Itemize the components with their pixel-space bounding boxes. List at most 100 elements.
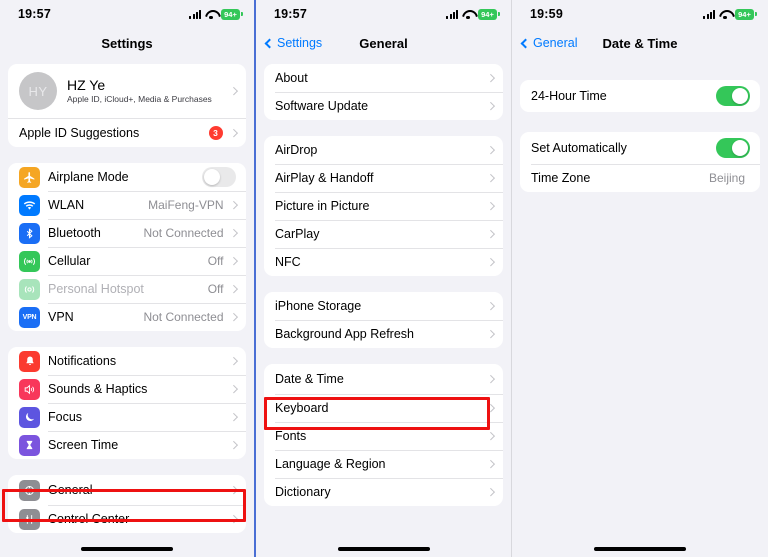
list-item-24-hour-time[interactable]: 24-Hour Time: [520, 80, 760, 112]
account-group: HY HZ Ye Apple ID, iCloud+, Media & Purc…: [8, 64, 246, 147]
row-label: AirDrop: [275, 143, 318, 157]
row-label: General: [48, 483, 93, 497]
row-label: Screen Time: [48, 438, 119, 452]
list-item-nfc[interactable]: NFC: [264, 248, 503, 276]
back-button[interactable]: Settings: [264, 36, 323, 50]
row-label: Bluetooth: [48, 226, 101, 240]
sidebar-item-screen-time[interactable]: Screen Time: [8, 431, 246, 459]
status-indicators: 94+: [446, 8, 500, 20]
row-value: MaiFeng-VPN: [148, 198, 224, 212]
row-label: Cellular: [48, 254, 91, 268]
row-label: iPhone Storage: [275, 299, 362, 313]
list-item-airdrop[interactable]: AirDrop: [264, 136, 503, 164]
row-label: CarPlay: [275, 227, 320, 241]
storage-group: iPhone Storage Background App Refresh: [264, 292, 503, 348]
chevron-right-icon: [486, 174, 495, 182]
status-badge: 3: [208, 126, 223, 140]
chevron-right-icon: [229, 201, 238, 209]
list-item-software-update[interactable]: Software Update: [264, 92, 503, 120]
chevron-right-icon: [486, 375, 495, 383]
home-indicator: [594, 547, 686, 551]
list-item-background-app-refresh[interactable]: Background App Refresh: [264, 320, 503, 348]
sidebar-item-focus[interactable]: Focus: [8, 403, 246, 431]
page-title: Settings: [101, 35, 153, 51]
row-label: Dictionary: [275, 485, 331, 499]
chevron-right-icon: [486, 404, 495, 412]
chevron-right-icon: [229, 486, 238, 494]
nav-bar: Settings General: [256, 28, 511, 58]
apple-id-suggestions-row[interactable]: Apple ID Suggestions 3: [8, 118, 246, 147]
chevron-right-icon: [229, 87, 238, 95]
chevron-right-icon: [229, 257, 238, 265]
wifi-icon: [462, 10, 474, 20]
sidebar-item-personal-hotspot[interactable]: Personal Hotspot Off: [8, 275, 246, 303]
airplane-icon: [19, 166, 40, 188]
chevron-right-icon: [486, 432, 495, 440]
list-item-about[interactable]: About: [264, 64, 503, 92]
screen-date-time: 19:59 94+ General Date & Time 24-Hour Ti…: [512, 0, 768, 557]
sidebar-item-wlan[interactable]: WLAN MaiFeng-VPN: [8, 191, 246, 219]
row-label: AirPlay & Handoff: [275, 171, 374, 185]
notifications-group: Notifications Sounds & Haptics Focus Scr…: [8, 347, 246, 459]
sidebar-item-sounds-haptics[interactable]: Sounds & Haptics: [8, 375, 246, 403]
set-automatically-toggle[interactable]: [716, 138, 750, 158]
chevron-right-icon: [229, 357, 238, 365]
sidebar-item-bluetooth[interactable]: Bluetooth Not Connected: [8, 219, 246, 247]
focus-moon-icon: [19, 406, 40, 428]
sidebar-item-cellular[interactable]: Cellular Off: [8, 247, 246, 275]
cellular-signal-icon: [703, 9, 715, 19]
status-time: 19:57: [18, 7, 51, 21]
gear-icon: [19, 479, 40, 501]
status-bar: 19:57 94+: [256, 0, 511, 28]
sidebar-item-general[interactable]: General: [8, 475, 246, 505]
list-item-dictionary[interactable]: Dictionary: [264, 478, 503, 506]
row-label: Background App Refresh: [275, 327, 414, 341]
chevron-right-icon: [486, 146, 495, 154]
battery-icon: 94+: [478, 8, 500, 20]
row-value: Beijing: [708, 171, 745, 185]
chevron-right-icon: [486, 258, 495, 266]
sounds-speaker-icon: [19, 378, 40, 400]
list-item-airplay-handoff[interactable]: AirPlay & Handoff: [264, 164, 503, 192]
list-item-iphone-storage[interactable]: iPhone Storage: [264, 292, 503, 320]
general-group: General Control Center: [8, 475, 246, 533]
row-label: Date & Time: [275, 372, 344, 386]
back-button-label: Settings: [277, 36, 323, 50]
chevron-left-icon: [264, 38, 275, 48]
row-label: Personal Hotspot: [48, 282, 144, 296]
sidebar-item-vpn[interactable]: VPN VPN Not Connected: [8, 303, 246, 331]
connectivity-group: Airplane Mode WLAN MaiFeng-VPN Bluetooth…: [8, 163, 246, 331]
airplane-mode-toggle[interactable]: [202, 167, 236, 187]
hotspot-icon: [19, 278, 40, 300]
24-hour-time-toggle[interactable]: [716, 86, 750, 106]
chevron-left-icon: [520, 38, 531, 48]
row-label: Time Zone: [531, 171, 591, 185]
chevron-right-icon: [229, 285, 238, 293]
list-item-language-region[interactable]: Language & Region: [264, 450, 503, 478]
cellular-signal-icon: [446, 9, 458, 19]
back-button-label: General: [533, 36, 578, 50]
connectivity-features-group: AirDrop AirPlay & Handoff Picture in Pic…: [264, 136, 503, 276]
screen-settings: 19:57 94+ Settings HY HZ Ye Apple ID, iC…: [0, 0, 256, 557]
sidebar-item-control-center[interactable]: Control Center: [8, 505, 246, 533]
list-item-picture-in-picture[interactable]: Picture in Picture: [264, 192, 503, 220]
list-item-carplay[interactable]: CarPlay: [264, 220, 503, 248]
list-item-keyboard[interactable]: Keyboard: [264, 394, 503, 422]
sidebar-item-airplane-mode[interactable]: Airplane Mode: [8, 163, 246, 191]
cellular-signal-icon: [189, 9, 201, 19]
row-label: Picture in Picture: [275, 199, 370, 213]
sidebar-item-notifications[interactable]: Notifications: [8, 347, 246, 375]
status-indicators: 94+: [703, 8, 757, 20]
row-label: 24-Hour Time: [531, 89, 607, 103]
list-item-set-automatically[interactable]: Set Automatically: [520, 132, 760, 164]
list-item-date-time[interactable]: Date & Time: [264, 364, 503, 394]
row-label: Focus: [48, 410, 83, 424]
home-indicator: [81, 547, 173, 551]
back-button[interactable]: General: [520, 36, 578, 50]
nav-bar: General Date & Time: [512, 28, 768, 58]
apple-id-row[interactable]: HY HZ Ye Apple ID, iCloud+, Media & Purc…: [8, 64, 246, 118]
row-label: WLAN: [48, 198, 85, 212]
chevron-right-icon: [229, 515, 238, 523]
row-label: Set Automatically: [531, 141, 627, 155]
list-item-fonts[interactable]: Fonts: [264, 422, 503, 450]
